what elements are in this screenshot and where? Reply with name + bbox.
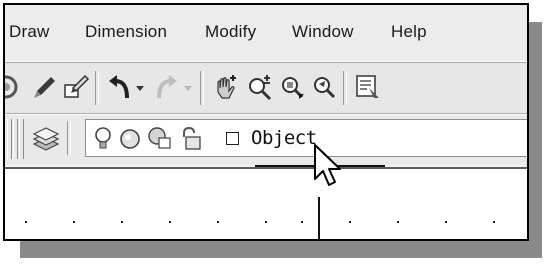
zoom-window-icon[interactable]	[277, 72, 307, 102]
grid-dot	[265, 221, 267, 223]
mouse-pointer-icon	[312, 143, 348, 193]
redo-icon[interactable]	[151, 72, 181, 102]
toolbar-grip[interactable]	[19, 119, 24, 159]
menu-modify[interactable]: Modify	[205, 22, 256, 42]
sun-icon[interactable]	[118, 127, 142, 151]
undo-dropdown-icon[interactable]	[133, 72, 147, 102]
match-properties-icon[interactable]	[61, 72, 91, 102]
freeze-viewport-icon[interactable]	[146, 125, 172, 151]
pan-realtime-icon[interactable]	[211, 72, 241, 102]
grid-dot	[73, 221, 75, 223]
menu-help[interactable]: Help	[391, 22, 427, 42]
layers-icon[interactable]	[31, 124, 61, 154]
grid-dot	[397, 221, 399, 223]
toolbar-separator	[67, 121, 71, 155]
current-layer-name: Object	[251, 127, 317, 149]
menu-bar: Draw Dimension Modify Window Help	[5, 5, 527, 63]
brush-icon[interactable]	[29, 72, 59, 102]
lightbulb-icon[interactable]	[92, 126, 114, 152]
callout-line	[318, 197, 320, 239]
properties-icon[interactable]	[353, 72, 383, 102]
toolbar-grip[interactable]	[7, 119, 12, 159]
redo-dropdown-icon[interactable]	[181, 72, 195, 102]
grid-dot	[349, 221, 351, 223]
grid-dot	[301, 221, 303, 223]
undo-icon[interactable]	[105, 72, 135, 102]
toolbar-separator	[343, 71, 347, 105]
standard-toolbar	[5, 63, 527, 113]
toolbar-separator	[200, 71, 204, 105]
toolbar-separator	[95, 71, 99, 105]
drawing-area[interactable]	[5, 167, 527, 239]
grid-dot	[493, 221, 495, 223]
menu-dimension[interactable]: Dimension	[85, 22, 167, 42]
partial-round-icon[interactable]	[5, 72, 21, 102]
lock-icon[interactable]	[178, 126, 202, 152]
toolbar-grip[interactable]	[13, 119, 18, 159]
application-window: Draw Dimension Modify Window Help Object	[3, 3, 529, 241]
zoom-previous-icon[interactable]	[309, 72, 339, 102]
grid-dot	[121, 221, 123, 223]
zoom-realtime-icon[interactable]	[245, 72, 275, 102]
layers-toolbar: Object	[5, 115, 527, 168]
grid-dot	[445, 221, 447, 223]
menu-window[interactable]: Window	[292, 22, 354, 42]
layer-control-dropdown[interactable]: Object	[85, 119, 527, 157]
grid-dot	[169, 221, 171, 223]
menu-draw[interactable]: Draw	[9, 22, 49, 42]
color-swatch-icon	[226, 132, 239, 145]
grid-dot	[217, 221, 219, 223]
grid-dot	[25, 221, 27, 223]
